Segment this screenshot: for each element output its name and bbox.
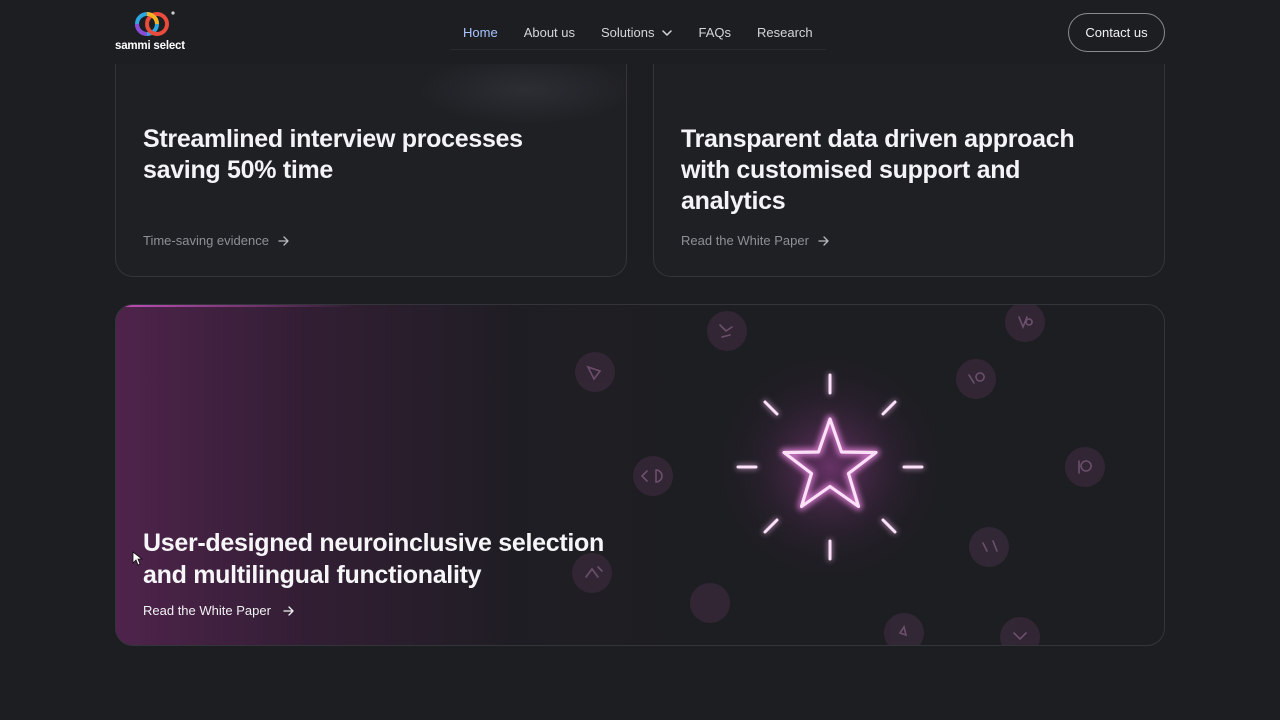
main-nav: Home About us Solutions FAQs Research <box>450 16 826 50</box>
nav-home[interactable]: Home <box>450 16 511 50</box>
nav-solutions-label: Solutions <box>601 25 655 40</box>
feature-read-white-paper-link[interactable]: Read the White Paper <box>143 603 295 618</box>
card-link-label: Read the White Paper <box>681 233 809 248</box>
time-saving-evidence-link[interactable]: Time-saving evidence <box>143 233 290 248</box>
neuroinclusive-feature-card: User-designed neuroinclusive selection a… <box>115 304 1165 646</box>
feature-illustration <box>572 305 1105 645</box>
arrow-right-icon <box>818 235 829 246</box>
chevron-down-icon <box>661 29 672 36</box>
feature-title: User-designed neuroinclusive selection a… <box>143 529 604 589</box>
nav-solutions[interactable]: Solutions <box>588 16 685 50</box>
star-icon <box>780 415 880 511</box>
feature-link-label: Read the White Paper <box>143 603 271 618</box>
bubble-icons <box>572 305 1105 645</box>
arrow-right-icon <box>278 235 289 246</box>
brand-logo[interactable]: sammi select <box>115 10 195 56</box>
nav-research[interactable]: Research <box>744 16 826 50</box>
read-white-paper-link[interactable]: Read the White Paper <box>681 233 830 248</box>
card-title: Transparent data driven approach with cu… <box>681 125 1075 215</box>
card-decoration <box>416 55 636 125</box>
nav-home-label: Home <box>463 25 498 40</box>
nav-research-label: Research <box>757 25 813 40</box>
card-title: Streamlined interview processes saving 5… <box>143 125 523 184</box>
nav-faqs-label: FAQs <box>698 25 732 40</box>
nav-about-label: About us <box>523 25 576 40</box>
contact-us-button[interactable]: Contact us <box>1068 13 1165 52</box>
logo-rings-icon <box>135 11 175 36</box>
mouse-cursor-icon <box>132 551 143 566</box>
site-header: sammi select Home About us Solutions FAQ… <box>0 0 1280 64</box>
card-link-label: Time-saving evidence <box>143 233 269 248</box>
brand-name: sammi select <box>115 40 185 52</box>
arrow-right-icon <box>283 605 294 616</box>
nav-faqs[interactable]: FAQs <box>686 16 745 50</box>
nav-about-us[interactable]: About us <box>511 16 588 50</box>
